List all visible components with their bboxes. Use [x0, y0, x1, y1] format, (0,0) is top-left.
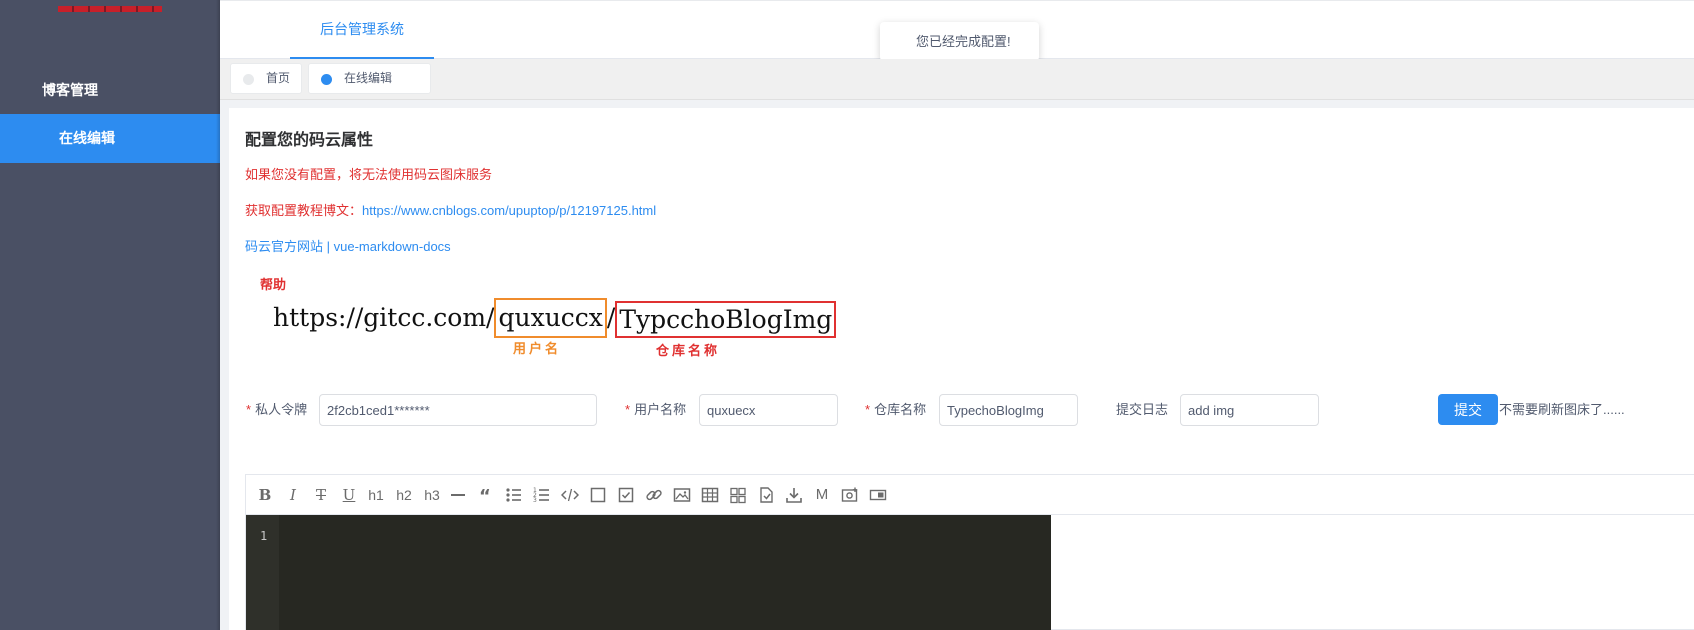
- links-line: 码云官方网站 | vue-markdown-docs: [245, 236, 451, 255]
- bold-icon[interactable]: B: [256, 486, 274, 504]
- heading3-button[interactable]: h3: [421, 486, 443, 504]
- help-url-figure: https://gitcc.com/quxuccx / TypcchoBlogImg: [273, 298, 837, 338]
- config-form: *私人令牌 *用户名称 *仓库名称 提交日志 提交 不需要刷新图床了......: [229, 394, 1694, 430]
- repo-label-text: 仓库名称: [874, 402, 927, 417]
- code-editor-pane[interactable]: 1: [246, 515, 1051, 630]
- tutorial-line: 获取配置教程博文：https://www.cnblogs.com/upuptop…: [245, 200, 656, 219]
- help-url-sep: /: [606, 303, 616, 332]
- username-input[interactable]: [699, 394, 838, 426]
- italic-icon[interactable]: I: [284, 486, 302, 504]
- repo-label: * 仓库名称: [865, 394, 926, 426]
- token-label: * 私人令牌: [246, 394, 307, 426]
- sidebar: 博客管理 在线编辑: [0, 0, 220, 630]
- markdown-icon[interactable]: M: [813, 486, 831, 504]
- tag-nav: 首页 在线编辑: [220, 59, 1694, 100]
- refresh-hint: 不需要刷新图床了......: [1499, 402, 1625, 417]
- tutorial-prefix: 获取配置教程博文：: [245, 203, 363, 218]
- svg-text:3: 3: [533, 497, 537, 504]
- bullet-list-icon[interactable]: [505, 486, 523, 504]
- markdown-editor: B I T U h1 h2 h3 “ 123 M 1: [245, 474, 1694, 630]
- tag-dot-icon: [243, 74, 254, 85]
- svg-text:“: “: [479, 486, 491, 504]
- sidebar-group-blog[interactable]: 博客管理: [42, 80, 98, 100]
- repo-input[interactable]: [939, 394, 1078, 426]
- help-url-user: quxuccx: [494, 298, 607, 338]
- sidebar-item-online-edit[interactable]: 在线编辑: [0, 114, 220, 163]
- token-label-text: 私人令牌: [255, 402, 308, 417]
- strikethrough-icon[interactable]: T: [312, 486, 330, 504]
- required-mark: *: [246, 402, 252, 417]
- page-title: 配置您的码云属性: [245, 132, 374, 149]
- help-label: 帮助: [260, 278, 287, 293]
- horizontal-rule-icon[interactable]: [449, 486, 467, 504]
- table-icon[interactable]: [701, 486, 719, 504]
- required-mark: *: [865, 402, 871, 417]
- submit-button[interactable]: 提交: [1438, 394, 1498, 425]
- gitee-site-link[interactable]: 码云官方网站: [245, 239, 323, 254]
- tutorial-link[interactable]: https://www.cnblogs.com/upuptop/p/121971…: [362, 203, 656, 218]
- toast-message: 您已经完成配置!: [880, 22, 1039, 61]
- commit-log-label: 提交日志: [1116, 402, 1169, 417]
- download-icon[interactable]: [785, 486, 803, 504]
- commit-log-input[interactable]: [1180, 394, 1319, 426]
- heading2-button[interactable]: h2: [393, 486, 415, 504]
- tag-home-label: 首页: [266, 71, 291, 85]
- editor-toolbar: B I T U h1 h2 h3 “ 123 M: [246, 475, 1694, 515]
- docs-link[interactable]: vue-markdown-docs: [334, 239, 451, 254]
- required-mark: *: [625, 402, 631, 417]
- help-url-repo: TypcchoBlogImg: [615, 301, 837, 338]
- checkbox-icon[interactable]: [617, 486, 635, 504]
- fullscreen-toggle-icon[interactable]: [869, 486, 887, 504]
- tag-online-edit[interactable]: 在线编辑: [308, 63, 431, 94]
- line-gutter: 1: [246, 515, 279, 630]
- help-url-prefix: https://gitcc.com/: [273, 303, 495, 332]
- help-user-caption: 用户名: [513, 342, 562, 357]
- image-icon[interactable]: [673, 486, 691, 504]
- tag-home[interactable]: 首页: [230, 63, 302, 94]
- line-number: 1: [260, 529, 268, 543]
- token-input[interactable]: [319, 394, 597, 426]
- ordered-list-icon[interactable]: 123: [533, 486, 551, 504]
- code-block-icon[interactable]: [589, 486, 607, 504]
- tab-admin-system[interactable]: 后台管理系统: [290, 1, 434, 59]
- logo: [58, 6, 162, 12]
- link-separator: |: [323, 239, 334, 254]
- split-view-icon[interactable]: [729, 486, 747, 504]
- import-file-icon[interactable]: [757, 486, 775, 504]
- help-repo-caption: 仓库名称: [656, 344, 721, 359]
- username-label: * 用户名称: [625, 394, 686, 426]
- tag-online-edit-label: 在线编辑: [344, 71, 393, 85]
- screenshot-icon[interactable]: [841, 486, 859, 504]
- quote-icon[interactable]: “: [477, 486, 495, 504]
- main-content: 配置您的码云属性 如果您没有配置，将无法使用码云图床服务 获取配置教程博文：ht…: [229, 108, 1694, 630]
- link-icon[interactable]: [645, 486, 663, 504]
- warning-text: 如果您没有配置，将无法使用码云图床服务: [245, 167, 493, 182]
- code-icon[interactable]: [561, 486, 579, 504]
- username-label-text: 用户名称: [634, 402, 687, 417]
- tag-active-dot-icon: [321, 74, 332, 85]
- underline-icon[interactable]: U: [340, 486, 358, 504]
- heading1-button[interactable]: h1: [365, 486, 387, 504]
